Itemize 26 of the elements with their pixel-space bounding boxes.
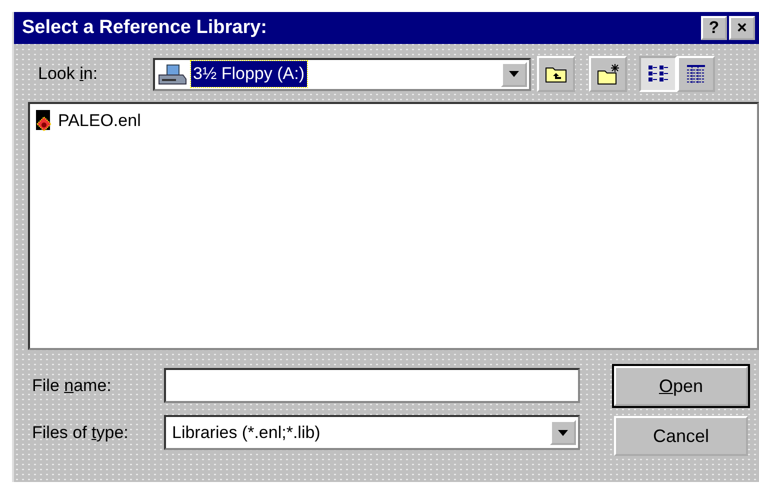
open-button[interactable]: Open <box>614 366 748 406</box>
files-of-type-label: Files of type: <box>32 422 130 444</box>
floppy-drive-icon <box>157 63 187 85</box>
caret-icon <box>558 430 568 436</box>
file-name[interactable]: PALEO.enl <box>58 108 141 134</box>
dropdown-arrow-button[interactable] <box>501 62 527 86</box>
file-name-field[interactable] <box>164 368 580 403</box>
look-in-value: 3½ Floppy (A:) <box>191 61 306 87</box>
files-of-type-dropdown[interactable]: Libraries (*.enl;*.lib) <box>164 415 580 450</box>
details-view-icon <box>684 62 708 86</box>
new-folder-icon <box>596 62 620 86</box>
window-title: Select a Reference Library: <box>22 16 268 40</box>
dropdown-arrow-button[interactable] <box>550 420 576 445</box>
new-folder-button[interactable] <box>589 56 627 92</box>
look-in-label: Look in: <box>38 63 99 86</box>
files-of-type-value: Libraries (*.enl;*.lib) <box>172 422 320 444</box>
cancel-button[interactable]: Cancel <box>614 416 748 456</box>
details-view-button[interactable] <box>677 56 715 92</box>
file-name-label: File name: <box>32 374 112 397</box>
caret-icon <box>509 71 519 77</box>
list-view-button[interactable] <box>639 56 677 92</box>
look-in-dropdown[interactable]: 3½ Floppy (A:) <box>153 58 531 90</box>
up-folder-button[interactable] <box>537 56 575 92</box>
help-button[interactable]: ? <box>701 16 727 40</box>
close-button[interactable]: × <box>729 16 755 40</box>
library-file-icon <box>36 110 54 132</box>
